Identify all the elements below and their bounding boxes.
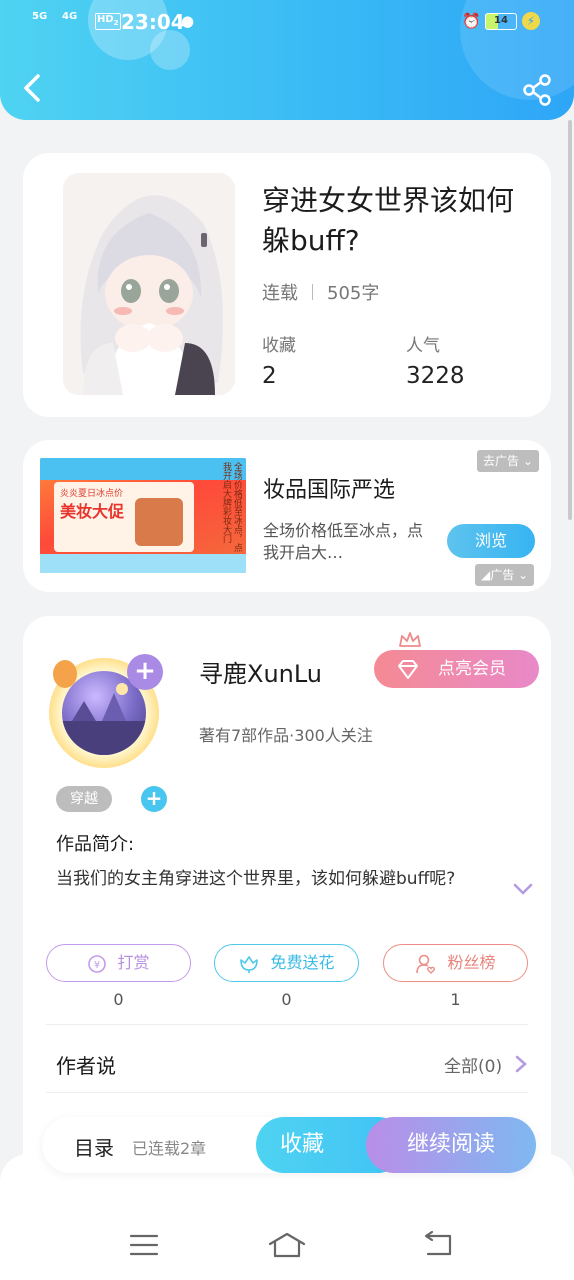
banner-side-text: 全场价格低至冰点，点我开启大牌彩妆大门 — [221, 462, 242, 552]
tip-label: 打赏 — [117, 953, 150, 972]
vip-label: 点亮会员 — [438, 659, 506, 679]
ad-banner-image[interactable]: 炎炎夏日冰点价 美妆大促 全场价格低至冰点，点我开启大牌彩妆大门 — [40, 458, 246, 573]
fan-ranking-button[interactable]: 粉丝榜 — [383, 944, 528, 982]
flower-count: 0 — [281, 990, 292, 1009]
popularity-count: 3228 — [406, 363, 465, 389]
back-icon[interactable] — [418, 1230, 458, 1260]
divider — [46, 1092, 528, 1093]
favorites-count: 2 — [262, 363, 277, 389]
genre-tag[interactable]: 穿越 — [56, 786, 112, 812]
divider — [312, 284, 313, 300]
all-comments-link[interactable]: 全部(0) — [444, 1052, 502, 1077]
serial-status: 连载 — [262, 283, 298, 304]
ad-title: 妆品国际严选 — [263, 478, 396, 503]
flower-icon — [240, 955, 259, 973]
book-title: 穿进女女世界该如何躲buff? — [262, 184, 515, 257]
author-name: 寻鹿XunLu — [199, 660, 323, 688]
send-flower-label: 免费送花 — [270, 953, 335, 972]
app-header: 5G 4G HD2 23:04 ● ⏰ 14 ⚡ — [0, 0, 574, 120]
hd-badge: HD2 — [95, 13, 121, 30]
ad-logo-icon: ◢ — [481, 568, 491, 582]
author-meta: 著有7部作品·300人关注 — [199, 726, 373, 745]
home-icon[interactable] — [267, 1230, 307, 1260]
add-tag-button[interactable]: + — [141, 786, 167, 812]
fan-count: 1 — [450, 990, 461, 1009]
tip-count: 0 — [113, 990, 124, 1009]
crown-icon — [399, 632, 421, 647]
chevron-right-icon[interactable] — [514, 1054, 528, 1074]
author-card: + 寻鹿XunLu 著有7部作品·300人关注 点亮会员 穿越 + 作品简介: … — [23, 616, 551, 1176]
ad-card[interactable]: 炎炎夏日冰点价 美妆大促 全场价格低至冰点，点我开启大牌彩妆大门 妆品国际严选 … — [23, 440, 551, 592]
chevron-down-icon: ⌄ — [522, 454, 533, 468]
banner-product — [135, 498, 183, 546]
follow-plus-button[interactable]: + — [127, 654, 163, 690]
diamond-icon — [398, 660, 418, 679]
banner-ground — [40, 554, 246, 573]
continue-reading-button[interactable]: 继续阅读 — [366, 1117, 536, 1173]
bottom-action-bar: 目录 已连载2章 收藏 继续阅读 — [42, 1117, 536, 1173]
charging-icon: ⚡ — [522, 12, 540, 30]
chevron-left-icon — [24, 74, 40, 102]
battery-indicator: 14 — [485, 13, 517, 30]
clock: 23:04 — [121, 10, 185, 34]
menu-icon[interactable] — [124, 1230, 164, 1260]
signal-5g-label: 5G — [32, 11, 48, 22]
svg-text:¥: ¥ — [94, 960, 100, 971]
banner-headline: 美妆大促 — [60, 502, 125, 521]
intro-heading: 作品简介: — [56, 834, 135, 855]
status-bar: 5G 4G HD2 23:04 ● ⏰ 14 ⚡ — [0, 0, 574, 44]
signal-4g-label: 4G — [62, 11, 78, 22]
book-cover-image[interactable] — [63, 173, 235, 395]
hd-label: HD — [97, 14, 114, 25]
tip-button[interactable]: ¥ 打赏 — [46, 944, 191, 982]
ad-browse-button[interactable]: 浏览 — [447, 524, 535, 558]
share-button[interactable] — [520, 73, 554, 107]
fan-user-icon — [416, 954, 436, 974]
toc-button[interactable]: 目录 — [74, 1132, 114, 1161]
chevron-down-icon[interactable] — [513, 882, 533, 896]
divider — [46, 1024, 528, 1025]
remove-ad-label: 去广告 — [483, 454, 520, 468]
popularity-label: 人气 — [406, 336, 440, 356]
ad-description: 全场价格低至冰点，点我开启大… — [263, 521, 424, 562]
word-count: 505字 — [327, 283, 380, 304]
book-info-card: 穿进女女世界该如何躲buff? 连载 505字 收藏 2 人气 3228 — [23, 153, 551, 417]
fan-ranking-label: 粉丝榜 — [447, 953, 496, 972]
scrollbar[interactable] — [568, 120, 572, 520]
remove-ad-button[interactable]: 去广告 ⌄ — [477, 450, 539, 472]
hd-sub-label: 2 — [113, 19, 119, 27]
chevron-down-icon: ⌄ — [518, 568, 529, 582]
alarm-icon: ⏰ — [462, 12, 481, 30]
chapter-count: 已连载2章 — [132, 1139, 207, 1158]
ad-badge[interactable]: ◢广告 ⌄ — [475, 564, 535, 586]
favorites-label: 收藏 — [262, 336, 296, 356]
wechat-icon: ● — [181, 12, 195, 30]
share-icon — [523, 74, 551, 106]
yen-coin-icon: ¥ — [88, 954, 107, 973]
author-says-heading: 作者说 — [56, 1054, 116, 1078]
book-status-row: 连载 505字 — [262, 279, 379, 305]
back-button[interactable] — [18, 70, 48, 106]
send-flower-button[interactable]: 免费送花 — [214, 944, 359, 982]
ad-label: 广告 — [490, 568, 515, 582]
anime-girl-illustration — [63, 173, 235, 395]
intro-text: 当我们的女主角穿进这个世界里，该如何躲避buff呢? — [56, 869, 456, 889]
balloon-decor-icon — [53, 660, 77, 688]
